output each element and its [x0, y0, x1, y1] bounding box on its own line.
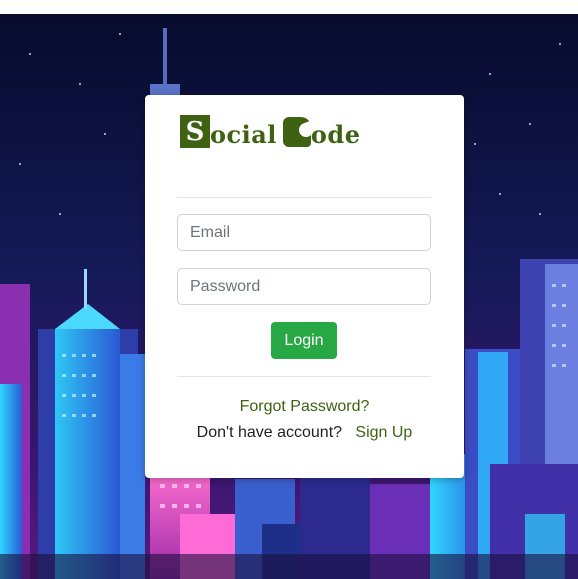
- forgot-password-row: Forgot Password?: [145, 398, 464, 416]
- brand-first-letter: S: [185, 116, 205, 147]
- brand-word-ocial: ocial: [210, 119, 277, 149]
- brand-mark-c-icon: [282, 116, 311, 147]
- bottom-divider: [177, 376, 431, 377]
- brand-mark-s: S: [180, 115, 210, 148]
- login-button[interactable]: Login: [271, 322, 337, 359]
- browser-top-strip: [0, 0, 578, 14]
- no-account-text: Don't have account?: [196, 424, 343, 441]
- sign-up-link[interactable]: Sign Up: [355, 424, 412, 441]
- brand-logo: S ocial ode: [180, 115, 360, 148]
- forgot-password-link[interactable]: Forgot Password?: [240, 398, 370, 415]
- brand-word-ode: ode: [310, 119, 361, 149]
- top-divider: [177, 197, 431, 198]
- login-page: S ocial ode Login Forgot Password? Don't…: [0, 0, 578, 579]
- email-input[interactable]: [177, 214, 431, 251]
- login-card: S ocial ode Login Forgot Password? Don't…: [145, 95, 464, 478]
- signup-row: Don't have account? Sign Up: [145, 424, 464, 442]
- password-input[interactable]: [177, 268, 431, 305]
